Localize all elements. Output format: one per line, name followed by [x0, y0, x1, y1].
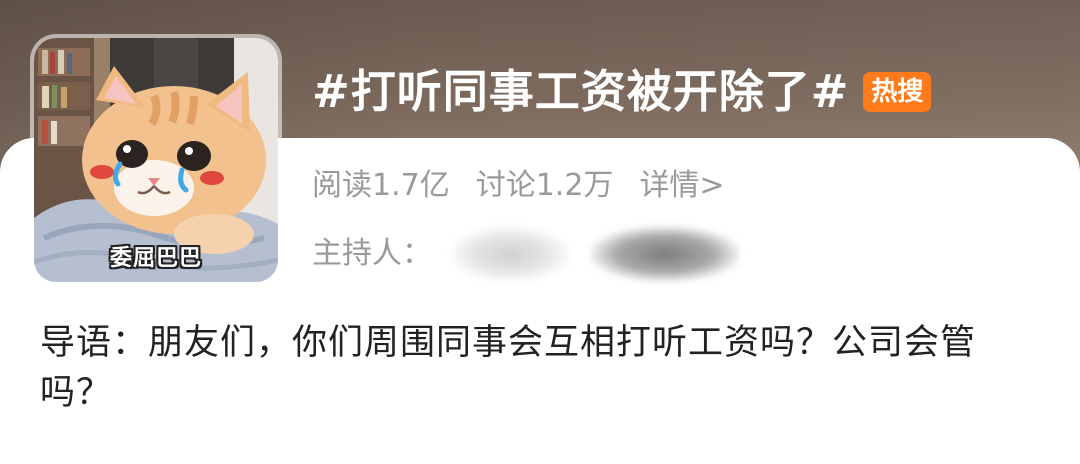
- details-link[interactable]: 详情>: [639, 166, 724, 206]
- host-name-blurred-secondary[interactable]: [590, 226, 740, 282]
- read-count: 阅读1.7亿: [312, 168, 450, 203]
- discussion-count: 讨论1.2万: [475, 168, 614, 203]
- host-name-blurred[interactable]: [450, 226, 570, 282]
- hot-badge: 热搜: [863, 72, 932, 112]
- avatar-caption: 委屈巴巴: [109, 246, 202, 271]
- topic-title: #打听同事工资被开除了#: [312, 65, 850, 118]
- topic-title-row: #打听同事工资被开除了# 热搜: [312, 62, 932, 122]
- topic-stats: 阅读1.7亿 讨论1.2万 详情>: [312, 166, 725, 206]
- host-label: 主持人：: [312, 236, 432, 271]
- topic-page: 委屈巴巴 #打听同事工资被开除了# 热搜 阅读1.7亿 讨论1.2万 详情> 主…: [0, 0, 1080, 464]
- host-row: 主持人：: [312, 226, 740, 282]
- topic-avatar[interactable]: 委屈巴巴: [34, 38, 278, 282]
- topic-intro: 导语：朋友们，你们周围同事会互相打听工资吗？公司会管吗？: [40, 323, 977, 413]
